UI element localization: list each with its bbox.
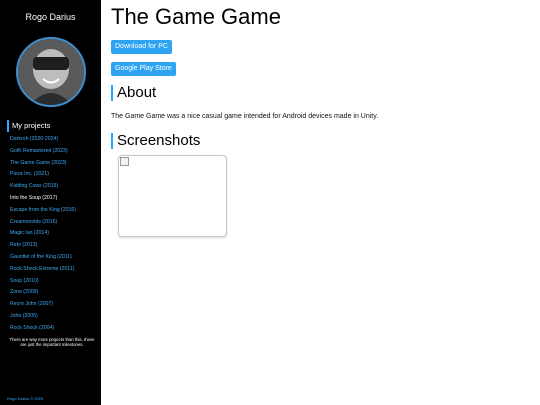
- sidebar: Rogo Darius My projects Darkroh (2020-20…: [0, 0, 101, 405]
- broken-image-icon: [120, 157, 129, 166]
- project-link[interactable]: Pizza Inc. (2021): [10, 169, 76, 181]
- project-link[interactable]: Kidding Cows (2019): [10, 181, 76, 193]
- about-text: The Game Game was a nice casual game int…: [111, 113, 379, 120]
- project-link[interactable]: Gauntlet of the King (2011): [10, 252, 76, 264]
- project-link[interactable]: Magic Ian (2014): [10, 228, 76, 240]
- project-link[interactable]: Into the Soup (2017): [10, 193, 76, 205]
- project-link[interactable]: The Game Game (2023): [10, 158, 76, 170]
- project-link[interactable]: John (2005): [10, 311, 76, 323]
- project-link[interactable]: Reto (2013): [10, 240, 76, 252]
- download-pc-button[interactable]: Download for PC: [111, 40, 172, 54]
- projects-list: Darkroh (2020-2024) GolK Remastered (202…: [10, 134, 76, 335]
- project-link[interactable]: Rock Shock Extreme (2011): [10, 264, 76, 276]
- projects-note: There are way more projects than this, t…: [9, 337, 95, 347]
- project-link[interactable]: Escape from the King (2016): [10, 205, 76, 217]
- project-link[interactable]: Recre John (2007): [10, 299, 76, 311]
- project-link[interactable]: GolK Remastered (2023): [10, 146, 76, 158]
- footer-credit[interactable]: Rogo Darius © 2024: [7, 396, 43, 401]
- project-link[interactable]: Zone (2009): [10, 287, 76, 299]
- projects-heading: My projects: [7, 120, 50, 132]
- site-name[interactable]: Rogo Darius: [0, 12, 101, 22]
- project-link[interactable]: Soup (2010): [10, 276, 76, 288]
- google-play-button[interactable]: Google Play Store: [111, 62, 176, 76]
- project-link[interactable]: Rock Shock (2004): [10, 323, 76, 335]
- page-title: The Game Game: [111, 4, 281, 29]
- screenshot-image[interactable]: [118, 155, 227, 237]
- project-link[interactable]: Creamonoids (2015): [10, 217, 76, 229]
- project-link[interactable]: Darkroh (2020-2024): [10, 134, 76, 146]
- avatar: [16, 37, 86, 107]
- about-heading: About: [111, 85, 156, 101]
- screenshots-heading: Screenshots: [111, 133, 200, 149]
